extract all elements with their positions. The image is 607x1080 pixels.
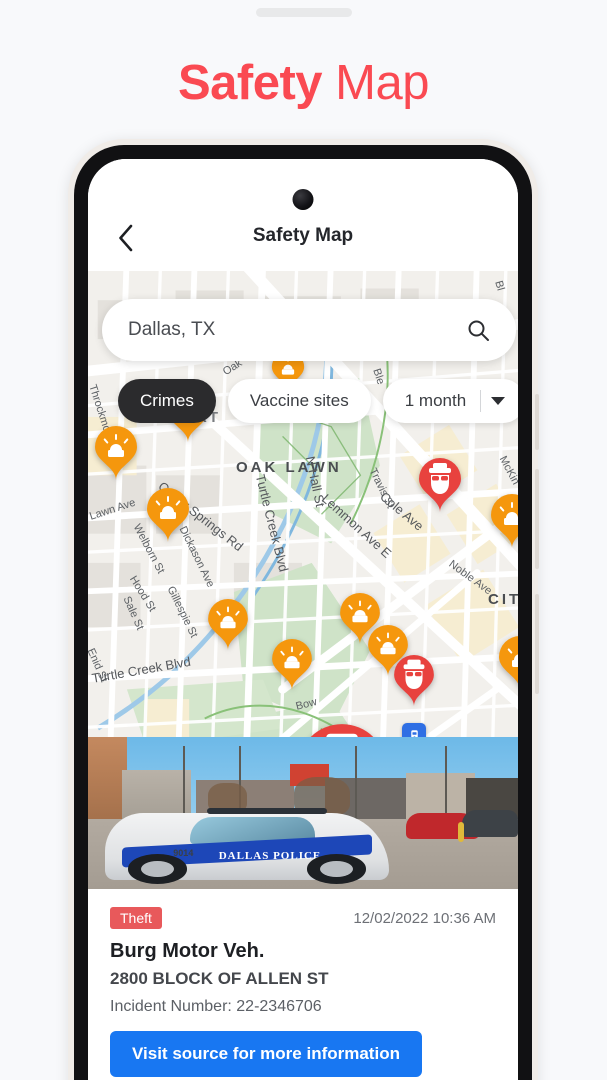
page-root: Safety Map Safety Map OAK LAWN CIT Throc…	[0, 0, 607, 1080]
page-title-bold: Safety	[177, 56, 323, 110]
page-title: Safety Map	[0, 52, 607, 114]
app-title: Safety Map	[252, 225, 354, 246]
incident-timestamp: 12/02/2022 10:36 AM	[353, 909, 496, 927]
police-car: 9014 DALLAS POLICE	[105, 808, 389, 884]
incident-number: Incident Number: 22-2346706	[110, 998, 322, 1015]
chevron-down-icon[interactable]	[491, 397, 506, 405]
incident-address: 2800 BLOCK OF ALLEN ST	[110, 969, 329, 988]
chip-crimes[interactable]: Crimes	[118, 379, 216, 423]
map-marker-siren[interactable]	[490, 493, 518, 549]
phone-screen: Safety Map OAK LAWN CIT Throckmorton St …	[88, 159, 518, 1080]
front-camera-icon	[292, 189, 314, 210]
phone-button-mute[interactable]	[535, 394, 539, 450]
dallas-police-car-photo: 9014 DALLAS POLICE	[88, 737, 518, 889]
incident-header-row: Theft 12/02/2022 10:36 AM	[110, 907, 496, 929]
top-drag-handle[interactable]	[255, 8, 352, 17]
phone-button-power[interactable]	[535, 594, 539, 694]
map-marker-thief[interactable]	[418, 457, 462, 513]
map-view[interactable]: OAK LAWN UPTOWN CIT RT Throckmorton St L…	[88, 271, 518, 1080]
chip-divider	[480, 390, 482, 412]
search-input[interactable]: Dallas, TX	[102, 319, 466, 341]
chip-vaccine-sites[interactable]: Vaccine sites	[227, 379, 371, 423]
status-badge: Theft	[110, 907, 162, 929]
app-navbar: Safety Map	[88, 159, 518, 271]
page-title-regular: Map	[322, 56, 429, 110]
phone-button-volume[interactable]	[535, 469, 539, 569]
phone-bezel: Safety Map OAK LAWN CIT Throckmorton St …	[74, 145, 532, 1080]
filter-chips: Crimes Vaccine sites 1 month	[118, 379, 518, 423]
search-icon[interactable]	[466, 318, 516, 342]
map-marker-siren[interactable]	[271, 638, 313, 691]
map-marker-siren[interactable]	[146, 487, 190, 543]
visit-source-button[interactable]: Visit source for more information	[110, 1031, 422, 1077]
map-marker-siren[interactable]	[94, 425, 138, 481]
incident-detail-panel: 9014 DALLAS POLICE Theft 12/02/2022 10:3…	[88, 737, 518, 1080]
chip-time-range-label: 1 month	[404, 391, 467, 410]
police-car-text: DALLAS POLICE	[218, 850, 322, 863]
incident-title: Burg Motor Veh.	[110, 940, 265, 962]
map-marker-thief[interactable]	[393, 654, 435, 707]
incident-card: Theft 12/02/2022 10:36 AM Burg Motor Veh…	[88, 889, 518, 1080]
map-marker-siren[interactable]	[207, 598, 249, 651]
map-marker-siren[interactable]	[498, 635, 518, 691]
search-bar[interactable]: Dallas, TX	[102, 299, 516, 361]
chip-time-range[interactable]: 1 month	[382, 379, 518, 423]
police-unit-number: 9014	[173, 847, 194, 858]
phone-frame: Safety Map OAK LAWN CIT Throckmorton St …	[68, 139, 539, 1080]
